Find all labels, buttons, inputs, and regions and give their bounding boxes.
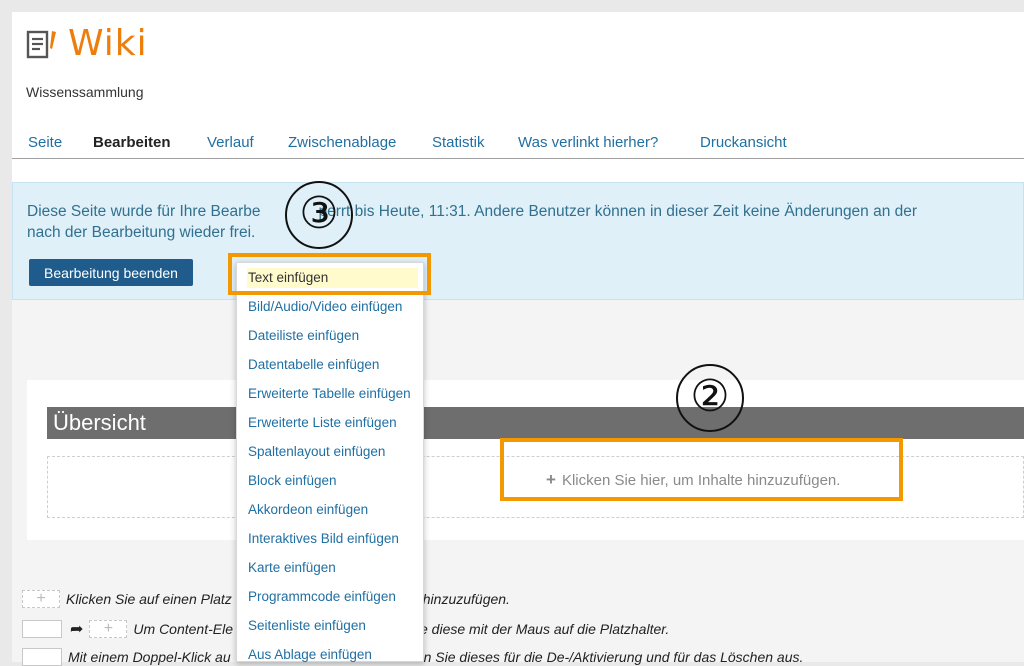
placeholder-element-icon xyxy=(22,620,62,638)
menu-item-map[interactable]: Karte einfügen xyxy=(248,560,336,575)
app-title: Wiki xyxy=(68,23,148,64)
lock-info-box: Diese Seite wurde für Ihre Bearbe perrt b… xyxy=(12,182,1024,300)
menu-item-extended-table[interactable]: Erweiterte Tabelle einfügen xyxy=(248,386,411,401)
plus-icon: + xyxy=(546,470,556,489)
lock-info-text: Diese Seite wurde für Ihre Bearbe perrt b… xyxy=(27,201,1017,243)
content-area: Übersicht xyxy=(12,300,1024,570)
tab-statistik[interactable]: Statistik xyxy=(432,134,485,151)
placeholder-add-icon: + xyxy=(89,620,128,638)
content-drop-zone[interactable] xyxy=(47,456,1024,518)
insert-content-menu: Text einfügen Bild/Audio/Video einfügen … xyxy=(236,262,424,662)
tab-bar: Seite Bearbeiten Verlauf Zwischenablage … xyxy=(12,132,1024,159)
tab-druckansicht[interactable]: Druckansicht xyxy=(700,134,787,151)
step-3-marker: ③ xyxy=(285,181,353,249)
menu-item-block[interactable]: Block einfügen xyxy=(248,473,337,488)
lock-info-line1: Diese Seite wurde für Ihre Bearbe perrt b… xyxy=(27,201,1017,222)
menu-item-interactive-image[interactable]: Interaktives Bild einfügen xyxy=(248,531,399,546)
help-row-add-text-end: hinzuzufügen. xyxy=(422,591,510,607)
menu-item-file-list[interactable]: Dateiliste einfügen xyxy=(248,328,359,343)
tab-was-verlinkt-hierher[interactable]: Was verlinkt hierher? xyxy=(518,134,658,151)
placeholder-add-icon: + xyxy=(22,590,60,608)
add-content-label: Klicken Sie hier, um Inhalte hinzuzufüge… xyxy=(561,472,841,489)
tab-bearbeiten[interactable]: Bearbeiten xyxy=(93,134,171,151)
tab-seite[interactable]: Seite xyxy=(28,134,62,151)
help-row-move-text-start: Um Content-Ele xyxy=(133,621,233,637)
wiki-logo: Wiki xyxy=(26,26,148,62)
page: Wiki Wissenssammlung Seite Bearbeiten Ve… xyxy=(12,12,1024,666)
menu-item-column-layout[interactable]: Spaltenlayout einfügen xyxy=(248,444,385,459)
lock-info-line2: nach der Bearbeitung wieder frei. xyxy=(27,224,256,241)
menu-item-data-table[interactable]: Datentabelle einfügen xyxy=(248,357,379,372)
app-subtitle: Wissenssammlung xyxy=(26,84,144,100)
step-2-marker: ② xyxy=(676,364,744,432)
help-row-add-text-start: Klicken Sie auf einen Platz xyxy=(66,591,232,607)
content-card: Übersicht xyxy=(27,380,1024,540)
end-editing-button[interactable]: Bearbeitung beenden xyxy=(29,259,193,286)
placeholder-element-icon xyxy=(22,648,62,666)
menu-item-accordion[interactable]: Akkordeon einfügen xyxy=(248,502,368,517)
help-panel: + Klicken Sie auf einen Platz hinzuzufüg… xyxy=(12,570,1024,666)
help-row-doubleclick-text-end: n Sie dieses für die De-/Aktivierung und… xyxy=(423,649,804,665)
section-title: Übersicht xyxy=(47,407,1024,439)
help-row-move-text-end: e diese mit der Maus auf die Platzhalter… xyxy=(420,621,670,637)
menu-item-page-list[interactable]: Seitenliste einfügen xyxy=(248,618,366,633)
menu-item-extended-list[interactable]: Erweiterte Liste einfügen xyxy=(248,415,397,430)
arrow-right-icon: ➦ xyxy=(70,621,84,638)
add-content-link[interactable]: + Klicken Sie hier, um Inhalte hinzuzufüg… xyxy=(546,470,840,490)
menu-item-text[interactable]: Text einfügen xyxy=(247,268,418,288)
tab-zwischenablage[interactable]: Zwischenablage xyxy=(288,134,396,151)
menu-item-media[interactable]: Bild/Audio/Video einfügen xyxy=(248,299,402,314)
lock-info-line1-end: perrt bis Heute, 11:31. Andere Benutzer … xyxy=(318,203,918,220)
menu-item-code[interactable]: Programmcode einfügen xyxy=(248,589,396,604)
help-row-doubleclick-text-start: Mit einem Doppel-Klick au xyxy=(68,649,231,665)
lock-info-line1-start: Diese Seite wurde für Ihre Bearbe xyxy=(27,203,261,220)
menu-item-from-clipboard[interactable]: Aus Ablage einfügen xyxy=(248,647,372,662)
tab-verlauf[interactable]: Verlauf xyxy=(207,134,254,151)
wiki-page-icon xyxy=(26,30,56,59)
